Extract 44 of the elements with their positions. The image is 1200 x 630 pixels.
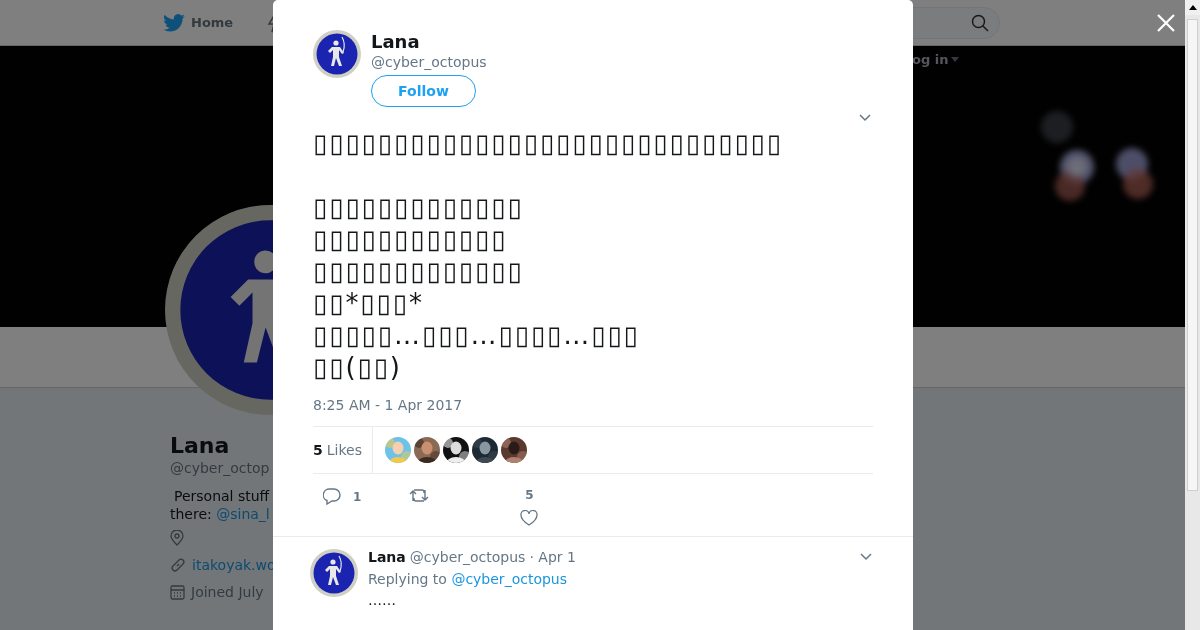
reply-text: …… <box>368 592 397 608</box>
calendar-icon <box>170 583 185 600</box>
likes-count[interactable]: 5 <box>313 442 323 458</box>
reply-avatar <box>310 549 358 597</box>
joined-date: Joined July <box>191 583 264 600</box>
reply-count: 1 <box>353 490 362 504</box>
reply-author-handle[interactable]: @cyber_octopus <box>409 549 526 565</box>
tweet-text-line: ▯▯▯▯▯▯▯▯▯▯▯▯▯▯▯▯▯▯▯▯▯▯▯▯▯▯▯▯▯ <box>313 127 784 159</box>
scroll-up-icon[interactable] <box>1188 5 1197 10</box>
like-count: 5 <box>525 488 534 502</box>
home-link[interactable]: Home <box>191 15 234 30</box>
tweet-timestamp[interactable]: 8:25 AM - 1 Apr 2017 <box>313 397 873 413</box>
author-name[interactable]: Lana <box>371 31 487 52</box>
profile-bio: there: <box>170 506 212 522</box>
author-avatar <box>313 30 361 78</box>
tweet-text-line: ▯▯(▯▯) <box>313 351 402 383</box>
tweet-text-line: ▯▯▯▯▯…▯▯▯…▯▯▯▯…▯▯▯ <box>313 319 640 351</box>
retweet-icon[interactable] <box>409 488 430 503</box>
profile-bio: Personal stuff <box>173 488 270 504</box>
tweet-text-line: ▯▯▯▯▯▯▯▯▯▯▯▯▯ <box>313 191 524 223</box>
search-icon <box>971 13 989 32</box>
tweet-text-line: ▯▯▯▯▯▯▯▯▯▯▯▯▯ <box>313 255 524 287</box>
login-link[interactable]: og in <box>912 52 960 67</box>
heart-icon[interactable] <box>520 510 539 526</box>
reply-icon[interactable] <box>323 488 341 505</box>
chevron-down-icon[interactable] <box>860 553 872 561</box>
author-handle[interactable]: @cyber_octopus <box>371 54 487 70</box>
scrollbar[interactable] <box>1185 0 1200 630</box>
follow-button[interactable]: Follow <box>371 75 476 107</box>
likes-label[interactable]: Likes <box>326 442 362 458</box>
caret-icon <box>951 57 960 62</box>
link-icon <box>170 556 186 573</box>
tweet-text-line: ▯▯*▯▯▯* <box>313 287 424 319</box>
profile-name: Lana <box>170 433 230 458</box>
reply-author-name[interactable]: Lana <box>368 549 406 565</box>
profile-handle: @cyber_octop <box>170 460 270 476</box>
replying-to-label: Replying to <box>368 571 447 587</box>
close-icon[interactable] <box>1156 13 1176 33</box>
tweet-text-line: ▯▯▯▯▯▯▯▯▯▯▯▯ <box>313 223 508 255</box>
mention-link[interactable]: @cyber_octopus <box>451 571 567 587</box>
location-pin-icon <box>170 529 184 546</box>
scrollbar-thumb[interactable] <box>1187 19 1198 491</box>
chevron-down-icon[interactable] <box>859 114 871 122</box>
reply-date[interactable]: · Apr 1 <box>529 549 576 565</box>
